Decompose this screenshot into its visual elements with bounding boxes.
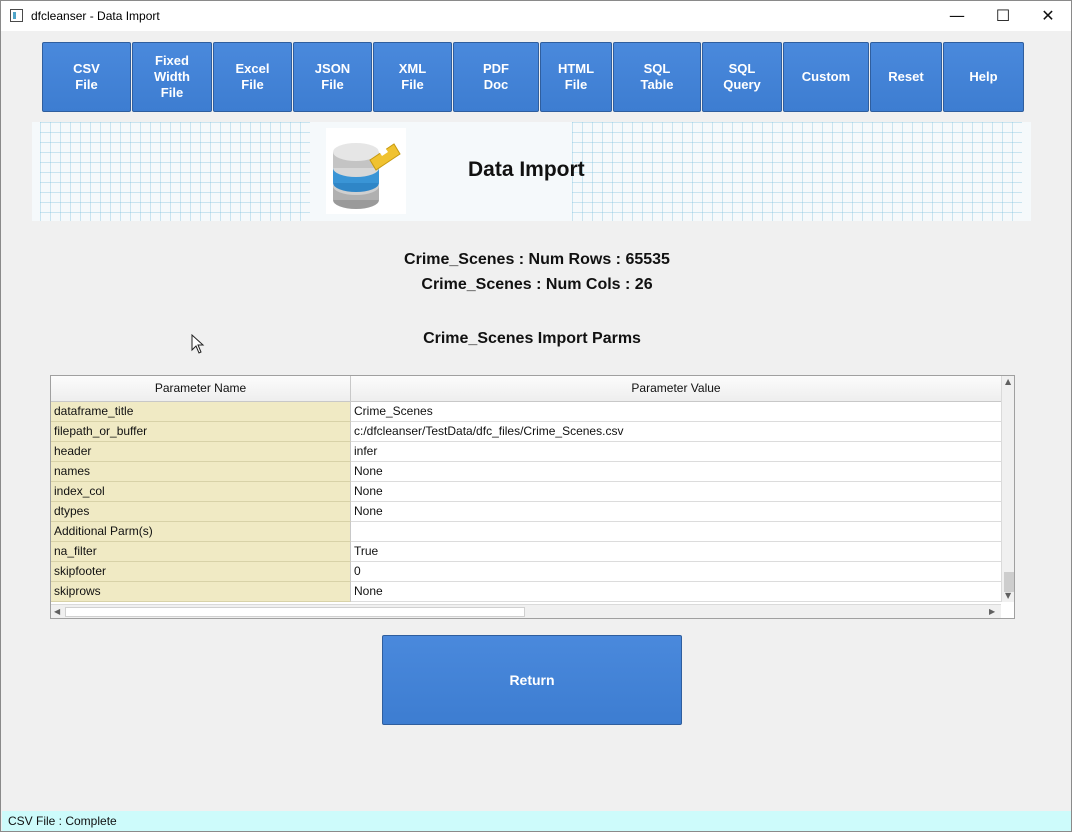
param-name-cell: index_col [51, 482, 351, 502]
scroll-left-arrow-icon[interactable]: ◀ [54, 607, 60, 616]
scroll-right-arrow-icon[interactable]: ▶ [989, 607, 995, 616]
custom-button[interactable]: Custom [783, 42, 869, 112]
reset-button[interactable]: Reset [870, 42, 942, 112]
num-cols-text: Crime_Scenes : Num Cols : 26 [421, 276, 653, 293]
app-icon [10, 9, 23, 22]
sql-table-button[interactable]: SQL Table [613, 42, 701, 112]
param-name-cell: filepath_or_buffer [51, 422, 351, 442]
sql-query-button[interactable]: SQL Query [702, 42, 782, 112]
scroll-down-arrow-icon[interactable]: ▼ [1005, 591, 1011, 600]
param-value-cell[interactable]: c:/dfcleanser/TestData/dfc_files/Crime_S… [351, 422, 1001, 442]
fixed-width-file-button[interactable]: Fixed Width File [132, 42, 212, 112]
param-value-cell[interactable]: 0 [351, 562, 1001, 582]
table-row[interactable]: na_filter True [51, 542, 1001, 562]
param-value-cell[interactable]: None [351, 502, 1001, 522]
table-row[interactable]: dataframe_title Crime_Scenes [51, 402, 1001, 422]
table-header: Parameter Name Parameter Value [51, 376, 1001, 402]
parms-title: Crime_Scenes Import Parms [423, 330, 641, 347]
column-header-name[interactable]: Parameter Name [51, 376, 351, 401]
horizontal-scroll-thumb[interactable] [65, 607, 525, 617]
num-rows-text: Crime_Scenes : Num Rows : 65535 [404, 251, 670, 268]
table-row[interactable]: Additional Parm(s) [51, 522, 1001, 542]
param-name-cell: header [51, 442, 351, 462]
param-name-cell: skiprows [51, 582, 351, 602]
param-value-cell[interactable]: infer [351, 442, 1001, 462]
window-title: dfcleanser - Data Import [31, 9, 160, 23]
vertical-scroll-thumb[interactable] [1004, 572, 1014, 592]
param-name-cell: na_filter [51, 542, 351, 562]
horizontal-scrollbar[interactable]: ◀ ▶ [51, 604, 1001, 618]
param-value-cell[interactable]: None [351, 482, 1001, 502]
html-file-button[interactable]: HTML File [540, 42, 612, 112]
param-value-cell[interactable]: Crime_Scenes [351, 402, 1001, 422]
table-row[interactable]: dtypes None [51, 502, 1001, 522]
banner: Data Import [32, 122, 1031, 221]
vertical-scrollbar[interactable]: ▲ ▼ [1001, 376, 1014, 602]
scroll-up-arrow-icon[interactable]: ▲ [1005, 377, 1011, 386]
excel-file-button[interactable]: Excel File [213, 42, 292, 112]
table-row[interactable]: names None [51, 462, 1001, 482]
param-name-cell: dataframe_title [51, 402, 351, 422]
param-name-cell: skipfooter [51, 562, 351, 582]
banner-title: Data Import [468, 158, 585, 181]
app-window: dfcleanser - Data Import — ☐ ✕ CSV File … [0, 0, 1072, 832]
param-value-cell[interactable]: None [351, 582, 1001, 602]
mouse-cursor-icon [191, 334, 205, 354]
csv-file-button[interactable]: CSV File [42, 42, 131, 112]
xml-file-button[interactable]: XML File [373, 42, 452, 112]
table-row[interactable]: filepath_or_buffer c:/dfcleanser/TestDat… [51, 422, 1001, 442]
database-icon [326, 128, 406, 214]
parms-table: Parameter Name Parameter Value dataframe… [50, 375, 1015, 619]
json-file-button[interactable]: JSON File [293, 42, 372, 112]
param-name-cell: Additional Parm(s) [51, 522, 351, 542]
table-row[interactable]: skipfooter 0 [51, 562, 1001, 582]
param-name-cell: names [51, 462, 351, 482]
minimize-button[interactable]: — [934, 1, 980, 31]
close-button[interactable]: ✕ [1025, 1, 1071, 31]
param-value-cell[interactable] [351, 522, 1001, 542]
maximize-button[interactable]: ☐ [980, 1, 1026, 31]
table-row[interactable]: index_col None [51, 482, 1001, 502]
banner-grid-right [572, 122, 1022, 221]
return-button[interactable]: Return [382, 635, 682, 725]
param-value-cell[interactable]: True [351, 542, 1001, 562]
column-header-value[interactable]: Parameter Value [351, 376, 1001, 401]
param-name-cell: dtypes [51, 502, 351, 522]
title-bar: dfcleanser - Data Import — ☐ ✕ [1, 1, 1071, 31]
banner-grid-left [40, 122, 310, 221]
pdf-doc-button[interactable]: PDF Doc [453, 42, 539, 112]
status-bar: CSV File : Complete [2, 811, 1071, 831]
help-button[interactable]: Help [943, 42, 1024, 112]
param-value-cell[interactable]: None [351, 462, 1001, 482]
table-row[interactable]: header infer [51, 442, 1001, 462]
table-row[interactable]: skiprows None [51, 582, 1001, 602]
